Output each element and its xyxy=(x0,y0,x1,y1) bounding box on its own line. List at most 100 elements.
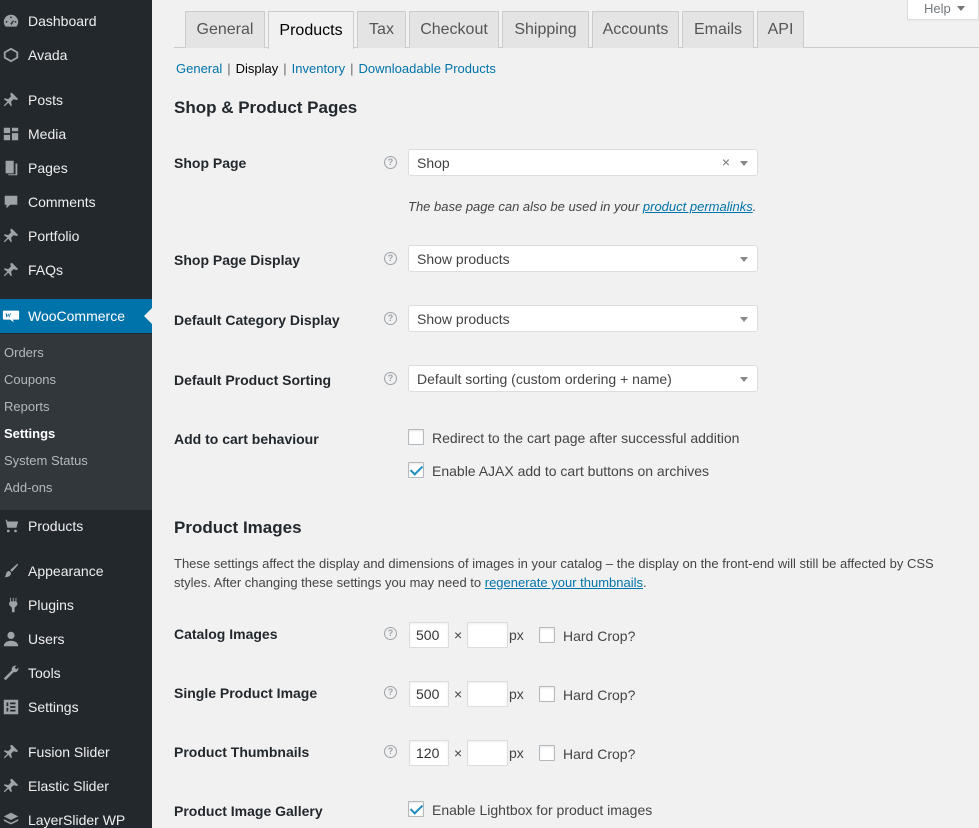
redirect-to-cart-checkbox[interactable] xyxy=(408,429,424,445)
times-separator: × xyxy=(454,745,463,761)
help-icon[interactable]: ? xyxy=(384,252,397,265)
menu-settings[interactable]: Settings xyxy=(0,690,152,724)
menu-posts[interactable]: Posts xyxy=(0,83,152,117)
menu-appearance[interactable]: Appearance xyxy=(0,554,152,588)
default-sorting-select[interactable]: Default sorting (custom ordering + name) xyxy=(408,365,758,392)
avada-icon xyxy=(0,46,28,64)
menu-comments[interactable]: Comments xyxy=(0,185,152,219)
shop-page-select[interactable]: Shop × xyxy=(408,149,758,176)
subnav-downloadable-products[interactable]: Downloadable Products xyxy=(359,61,496,76)
plugin-icon xyxy=(0,596,28,614)
shop-page-label: Shop Page xyxy=(174,155,247,171)
tab-emails[interactable]: Emails xyxy=(682,11,754,48)
chevron-down-icon xyxy=(740,161,748,166)
menu-fusion-slider[interactable]: Fusion Slider xyxy=(0,735,152,769)
menu-portfolio[interactable]: Portfolio xyxy=(0,219,152,253)
menu-avada[interactable]: Avada xyxy=(0,38,152,72)
subnav-general[interactable]: General xyxy=(176,61,222,76)
submenu-add-ons[interactable]: Add-ons xyxy=(4,478,52,498)
menu-faqs[interactable]: FAQs xyxy=(0,253,152,287)
thumbs-width-input[interactable]: 120 xyxy=(409,740,449,766)
submenu-settings[interactable]: Settings xyxy=(4,424,55,444)
catalog-hard-crop-checkbox[interactable] xyxy=(539,627,555,643)
thumbs-height-input[interactable] xyxy=(467,740,508,766)
dashboard-icon xyxy=(0,12,28,30)
px-unit: px xyxy=(509,745,524,761)
help-icon[interactable]: ? xyxy=(384,745,397,758)
help-icon[interactable]: ? xyxy=(384,372,397,385)
users-icon xyxy=(0,630,28,648)
menu-woocommerce[interactable]: WooCommerce xyxy=(0,299,152,333)
single-width-input[interactable]: 500 xyxy=(409,681,449,707)
tab-tax[interactable]: Tax xyxy=(357,11,406,48)
regenerate-thumbnails-link[interactable]: regenerate your thumbnails xyxy=(485,575,643,590)
subnav-separator: | xyxy=(283,61,287,76)
menu-tools[interactable]: Tools xyxy=(0,656,152,690)
tab-shipping[interactable]: Shipping xyxy=(502,11,589,48)
layers-icon xyxy=(0,811,28,828)
subnav-display[interactable]: Display xyxy=(236,61,279,76)
ajax-add-to-cart-label: Enable AJAX add to cart buttons on archi… xyxy=(432,463,710,479)
shop-page-display-select[interactable]: Show products xyxy=(408,245,758,272)
menu-dashboard[interactable]: Dashboard xyxy=(0,4,152,38)
single-hard-crop-checkbox[interactable] xyxy=(539,686,555,702)
tab-checkout[interactable]: Checkout xyxy=(409,11,499,48)
cart-icon xyxy=(0,517,28,535)
submenu-system-status[interactable]: System Status xyxy=(4,451,88,471)
tab-api[interactable]: API xyxy=(757,11,804,48)
thumbs-hard-crop-checkbox[interactable] xyxy=(539,745,555,761)
settings-icon xyxy=(0,698,28,716)
images-description: These settings affect the display and di… xyxy=(174,556,934,590)
woocommerce-submenu: Orders Coupons Reports Settings System S… xyxy=(0,334,152,510)
help-icon[interactable]: ? xyxy=(384,627,397,640)
default-category-display-label: Default Category Display xyxy=(174,312,340,328)
catalog-height-input[interactable] xyxy=(467,622,508,648)
default-category-display-select[interactable]: Show products xyxy=(408,305,758,332)
ajax-add-to-cart-checkbox[interactable] xyxy=(408,462,424,478)
media-icon xyxy=(0,125,28,143)
woo-icon xyxy=(0,307,28,325)
lightbox-checkbox[interactable] xyxy=(408,801,424,817)
admin-sidebar: Dashboard Avada Posts Media Pages Commen… xyxy=(0,0,152,828)
px-unit: px xyxy=(509,627,524,643)
default-sorting-label: Default Product Sorting xyxy=(174,372,332,388)
catalog-width-input[interactable]: 500 xyxy=(409,622,449,648)
tab-general[interactable]: General xyxy=(185,11,265,48)
product-permalinks-link[interactable]: product permalinks xyxy=(643,199,753,214)
hard-crop-label: Hard Crop? xyxy=(563,628,636,644)
submenu-coupons[interactable]: Coupons xyxy=(4,370,56,390)
submenu-orders[interactable]: Orders xyxy=(4,343,44,363)
clear-icon[interactable]: × xyxy=(722,154,730,170)
times-separator: × xyxy=(454,686,463,702)
lightbox-label: Enable Lightbox for product images xyxy=(432,802,653,818)
menu-media[interactable]: Media xyxy=(0,117,152,151)
subnav-inventory[interactable]: Inventory xyxy=(292,61,345,76)
menu-pages[interactable]: Pages xyxy=(0,151,152,185)
submenu-reports[interactable]: Reports xyxy=(4,397,50,417)
menu-products[interactable]: Products xyxy=(0,509,152,543)
help-icon[interactable]: ? xyxy=(384,156,397,169)
subnav-separator: | xyxy=(350,61,354,76)
menu-users[interactable]: Users xyxy=(0,622,152,656)
single-image-label: Single Product Image xyxy=(174,685,318,701)
section-title-shop: Shop & Product Pages xyxy=(174,98,358,117)
tab-products[interactable]: Products xyxy=(268,11,354,49)
tab-accounts[interactable]: Accounts xyxy=(592,11,679,48)
pin-icon xyxy=(0,743,28,761)
hard-crop-label: Hard Crop? xyxy=(563,687,636,703)
single-height-input[interactable] xyxy=(467,681,508,707)
shop-page-description: The base page can also be used in your p… xyxy=(408,199,757,214)
thumbnails-label: Product Thumbnails xyxy=(174,744,310,760)
menu-plugins[interactable]: Plugins xyxy=(0,588,152,622)
shop-page-display-label: Shop Page Display xyxy=(174,252,301,268)
section-subnav: General | Display | Inventory | Downloadable P… xyxy=(176,61,496,76)
redirect-to-cart-label: Redirect to the cart page after successf… xyxy=(432,430,740,446)
pin-icon xyxy=(0,777,28,795)
chevron-down-icon xyxy=(740,257,748,262)
menu-elastic-slider[interactable]: Elastic Slider xyxy=(0,769,152,803)
comment-icon xyxy=(0,193,28,211)
help-icon[interactable]: ? xyxy=(384,686,397,699)
help-icon[interactable]: ? xyxy=(384,312,397,325)
menu-layerslider[interactable]: LayerSlider WP xyxy=(0,803,152,828)
catalog-images-label: Catalog Images xyxy=(174,626,278,642)
